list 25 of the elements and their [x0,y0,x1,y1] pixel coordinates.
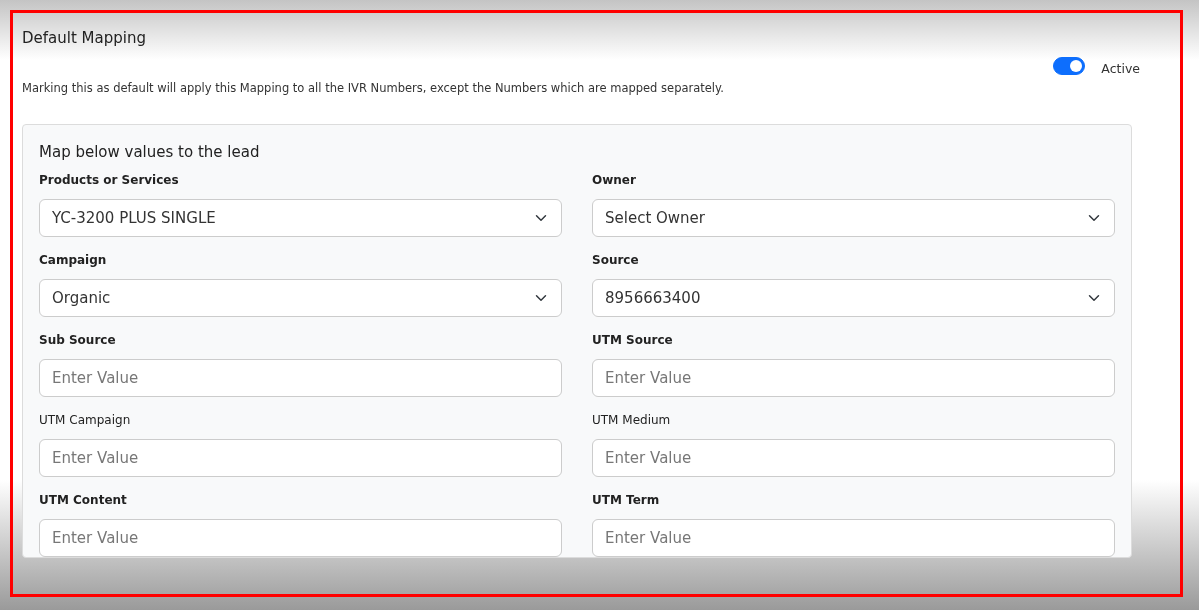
input-field[interactable]: Enter Value [39,359,562,398]
input-field[interactable]: Enter Value [39,519,562,558]
field-label: UTM Source [592,332,674,350]
dropdown-field[interactable]: 8956663400 [592,279,1115,318]
field-label: UTM Content [39,492,128,510]
input-field[interactable]: Enter Value [39,439,562,478]
input-field[interactable]: Enter Value [592,519,1115,558]
field-label: Sub Source [39,332,117,350]
field-label: UTM Medium [592,412,672,430]
field-label: UTM Term [592,492,661,510]
dropdown-field[interactable]: Organic [39,279,562,318]
input-field[interactable]: Enter Value [592,359,1115,398]
field-label: UTM Campaign [39,412,132,430]
field-label: Source [592,252,640,270]
card-title: Map below values to the lead [39,141,261,163]
dropdown-field[interactable]: Select Owner [592,199,1115,238]
active-toggle[interactable] [1053,57,1086,75]
input-field[interactable]: Enter Value [592,439,1115,478]
toggle-label: Active [1101,59,1140,78]
field-label: Owner [592,172,637,190]
field-label: Campaign [39,252,108,270]
field-label: Products or Services [39,172,180,190]
dropdown-field[interactable]: YC-3200 PLUS SINGLE [39,199,562,238]
section-title: Default Mapping [22,28,147,49]
section-description: Marking this as default will apply this Mapping to all the IVR Numbers, except the Numbers which are mapped separately. [22,79,724,97]
